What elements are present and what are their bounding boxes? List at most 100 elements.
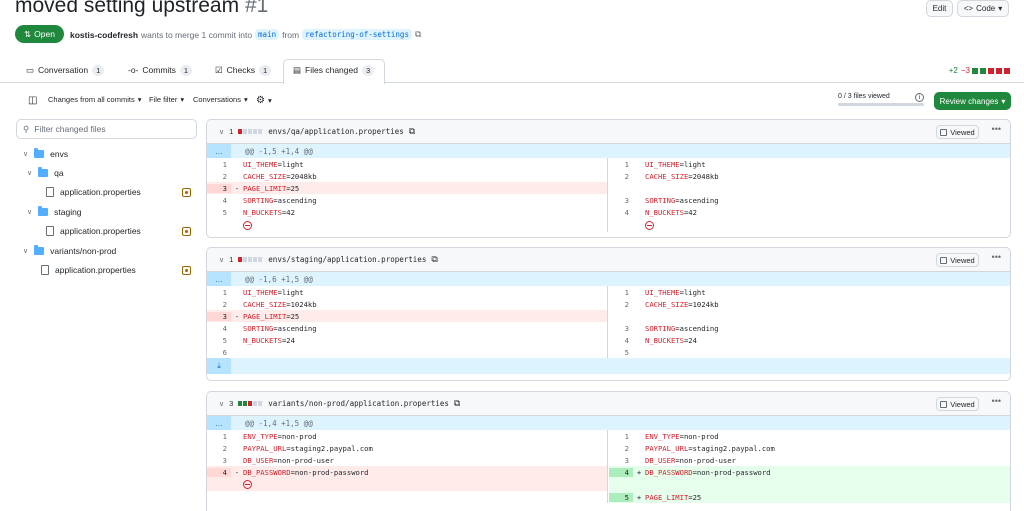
tab-count: 1 [258,64,272,76]
kebab-menu-icon[interactable]: ••• [992,396,1001,406]
code-key: SORTING [243,195,274,205]
expand-icon[interactable]: … [207,144,231,158]
chevron-down-icon: ∨ [23,151,29,158]
code-key: SORTING [645,323,676,333]
tab-commits[interactable]: -o- Commits 1 [128,62,193,78]
diff-row: 3- PAGE_LIMIT =25 [207,182,1010,194]
code-key: ENV_TYPE [645,431,680,441]
diff-row: 1 UI_THEME =light 1 UI_THEME =light [207,286,1010,298]
diffstat-block [996,67,1002,74]
hunk-header: … @@ -1,4 +1,5 @@ [207,416,1010,430]
diff-bars [238,255,263,264]
copy-icon[interactable]: ⧉ [415,29,421,40]
base-branch[interactable]: main [255,29,280,40]
copy-icon[interactable]: ⧉ [454,398,460,409]
tree-file-qa[interactable]: application.properties [46,187,141,197]
code-value: =1024kb [688,299,719,309]
line-number: 4 [624,207,629,217]
code-icon: <> [963,4,974,13]
edit-button[interactable]: Edit [926,0,953,17]
author-link[interactable]: kostis-codefresh [70,30,138,40]
line-number: 4 [207,467,231,477]
diff-row: 4 SORTING =ascending 3 SORTING =ascending [207,322,1010,334]
expand-icon[interactable]: … [207,416,231,430]
file-filter[interactable]: File filter ▾ [149,95,184,104]
code-key: N_BUCKETS [645,335,684,345]
settings-menu[interactable]: ⚙ ▾ [256,95,272,106]
code-key: SORTING [243,323,274,333]
pr-meta: kostis-codefresh wants to merge 1 commit… [70,29,421,40]
sidebar-toggle[interactable]: ◫ [28,95,37,106]
sidebar-collapse-icon: ◫ [28,95,38,106]
line-number: 1 [222,159,227,169]
tree-label: variants/non-prod [50,246,117,256]
code-key: N_BUCKETS [243,207,282,217]
tree-folder-envs[interactable]: ∨ envs [23,148,68,159]
diffstat-block [980,67,986,74]
diff-row: 5 + PAGE_LIMIT =25 [207,491,1010,503]
tree-file-staging[interactable]: application.properties [46,226,141,236]
commits-filter[interactable]: Changes from all commits ▾ [48,95,141,104]
viewed-checkbox[interactable]: Viewed [936,253,979,267]
review-label: Review changes [939,96,999,106]
tab-files-changed[interactable]: ▤ Files changed 3 [293,62,375,78]
copy-icon[interactable]: ⧉ [431,254,437,265]
pr-tabs: ▭ Conversation 1 -o- Commits 1 ☑ Checks 1 ▤ Fil… [0,57,1024,84]
review-changes-button[interactable]: Review changes ▾ [934,92,1011,110]
viewed-label: Viewed [950,399,975,409]
hunk-range: @@ -1,6 +1,5 @@ [245,274,313,284]
kebab-menu-icon[interactable]: ••• [992,252,1001,262]
chevron-down-icon[interactable]: ∨ [219,256,224,264]
file-modified-icon [182,266,191,275]
file-path[interactable]: variants/non-prod/application.properties [268,399,449,408]
tree-folder-staging[interactable]: ∨ staging [27,206,82,217]
kebab-menu-icon[interactable]: ••• [992,124,1001,134]
diff-row: 65 [207,346,1010,358]
deletions-count: −3 [960,66,970,75]
info-icon[interactable]: i [915,93,924,102]
no-newline-icon [243,480,252,489]
code-key: DB_USER [243,455,274,465]
chevron-down-icon[interactable]: ∨ [219,400,224,408]
tree-folder-variants[interactable]: ∨ variants/non-prod [23,245,117,256]
code-button[interactable]: <> Code ▾ [957,0,1009,17]
tab-label: Checks [226,65,255,75]
checkbox-icon [940,400,948,408]
tab-label: Conversation [38,65,89,75]
code-value: =25 [688,492,702,502]
expand-down-icon[interactable]: ⤓ [207,358,231,374]
search-icon: ⚲ [23,123,30,134]
tab-conversation[interactable]: ▭ Conversation 1 [26,62,105,78]
code-value: =light [679,287,706,297]
line-number: 2 [222,171,227,181]
code-value: =2048kb [286,171,317,181]
code-key: N_BUCKETS [243,335,282,345]
line-number: 6 [222,347,227,357]
copy-icon[interactable]: ⧉ [409,126,415,137]
file-path[interactable]: envs/staging/application.properties [268,255,426,264]
viewed-checkbox[interactable]: Viewed [936,397,979,411]
code-value: =24 [281,335,295,345]
from-text: from [282,29,300,40]
filter-placeholder: Filter changed files [34,124,106,134]
folder-icon [38,167,49,177]
caret-down-icon: ▾ [243,95,248,104]
head-branch[interactable]: refactoring-of-settings [302,29,412,40]
folder-icon [34,148,45,158]
viewed-checkbox[interactable]: Viewed [936,125,979,139]
tree-file-variants[interactable]: application.properties [41,265,136,275]
file-path[interactable]: envs/qa/application.properties [268,127,403,136]
file-diff-card: ∨ 1 envs/qa/application.properties ⧉ Vie… [206,119,1011,238]
chevron-down-icon[interactable]: ∨ [219,128,224,136]
code-key: UI_THEME [243,159,278,169]
expand-icon[interactable]: … [207,272,231,286]
conversations-filter[interactable]: Conversations ▾ [193,95,248,104]
caret-down-icon: ▾ [267,96,272,105]
line-number: 1 [624,287,629,297]
filter-files-input[interactable]: ⚲ Filter changed files [16,119,197,139]
tree-folder-qa[interactable]: ∨ qa [27,167,64,178]
code-value: =2048kb [688,171,719,181]
hunk-range: @@ -1,5 +1,4 @@ [245,146,313,156]
tab-checks[interactable]: ☑ Checks 1 [215,62,272,78]
tab-count: 3 [361,64,375,76]
